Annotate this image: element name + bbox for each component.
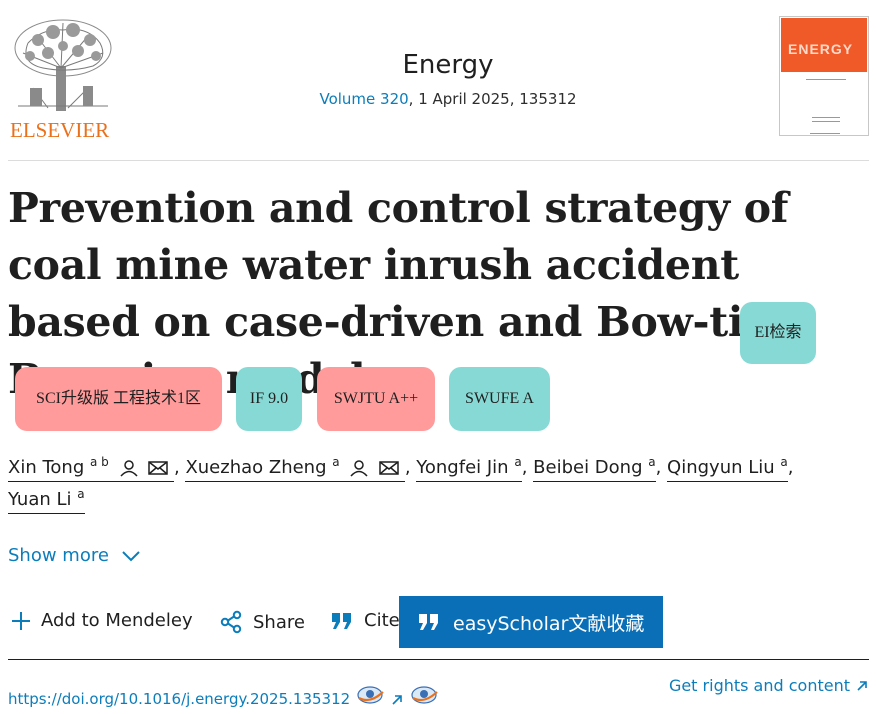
mendeley-label: Add to Mendeley — [41, 610, 193, 631]
publisher-wordmark: ELSEVIER — [10, 118, 110, 142]
doi-row: https://doi.org/10.1016/j.energy.2025.13… — [8, 684, 439, 708]
author-list: Xin Tong a b , Xuezhao Zheng a , Yongfei… — [8, 452, 868, 516]
mail-icon[interactable] — [148, 460, 168, 476]
volume-link[interactable]: Volume 320 — [319, 90, 408, 108]
mail-icon[interactable] — [379, 460, 399, 476]
sci-hub-icon[interactable] — [355, 684, 385, 706]
badge-swjtu[interactable]: SWJTU A++ — [317, 367, 435, 431]
cover-line — [812, 121, 840, 122]
ei-tag[interactable]: EI检索 — [740, 302, 816, 364]
external-link-icon — [857, 680, 867, 691]
affiliation-sup: a — [780, 455, 788, 469]
sci-hub-icon[interactable] — [409, 684, 439, 706]
rights-label: Get rights and content — [668, 676, 850, 695]
header-divider — [8, 160, 869, 161]
share-icon — [220, 610, 242, 634]
external-link-icon[interactable] — [390, 693, 404, 707]
easyscholar-label: easyScholar文献收藏 — [453, 612, 645, 635]
badge-sci[interactable]: SCI升级版 工程技术1区 — [15, 367, 222, 431]
journal-info: Energy Volume 320, 1 April 2025, 135312 — [0, 50, 876, 108]
show-more-label: Show more — [8, 545, 109, 566]
affiliation-sup: a — [514, 455, 522, 469]
person-icon[interactable] — [349, 459, 369, 477]
article-header: ELSEVIER Energy Volume 320, 1 April 2025… — [0, 0, 876, 162]
author-beibei-dong[interactable]: Beibei Dong a — [533, 455, 656, 482]
share-label: Share — [253, 611, 305, 633]
affiliation-sup: a — [77, 487, 85, 501]
show-more-button[interactable]: Show more — [8, 545, 141, 566]
easyscholar-button[interactable]: easyScholar文献收藏 — [399, 596, 663, 648]
add-to-mendeley-button[interactable]: Add to Mendeley — [11, 610, 193, 631]
toolbar-divider — [8, 659, 869, 660]
badge-if[interactable]: IF 9.0 — [236, 367, 302, 431]
cover-line — [810, 133, 840, 134]
cite-button[interactable]: Cite — [330, 610, 400, 631]
get-rights-link[interactable]: Get rights and content — [669, 676, 868, 695]
person-icon[interactable] — [119, 459, 139, 477]
cite-label: Cite — [364, 610, 400, 631]
author-qingyun-liu[interactable]: Qingyun Liu a — [667, 455, 788, 482]
doi-link[interactable]: https://doi.org/10.1016/j.energy.2025.13… — [8, 690, 350, 708]
plus-icon — [12, 611, 30, 630]
author-xuezhao-zheng[interactable]: Xuezhao Zheng a — [185, 455, 405, 482]
quote-icon — [419, 614, 438, 630]
cover-line — [812, 117, 840, 118]
author-yongfei-jin[interactable]: Yongfei Jin a — [416, 455, 522, 482]
cover-line — [806, 79, 846, 80]
chevron-down-icon — [122, 550, 140, 561]
affiliation-sup: a b — [89, 455, 109, 469]
journal-name[interactable]: Energy — [0, 50, 876, 80]
affiliation-sup: a — [648, 455, 656, 469]
journal-cover[interactable]: ENERGY — [779, 16, 869, 136]
volume-details: , 1 April 2025, 135312 — [408, 90, 577, 108]
volume-line: Volume 320, 1 April 2025, 135312 — [0, 90, 876, 108]
affiliation-sup: a — [332, 455, 340, 469]
author-xin-tong[interactable]: Xin Tong a b — [8, 455, 174, 482]
cover-title: ENERGY — [788, 41, 854, 57]
article-toolbar: Add to Mendeley Share Cite easyScholar文献… — [8, 596, 870, 648]
quote-icon — [332, 612, 351, 629]
share-button[interactable]: Share — [219, 610, 305, 634]
badge-swufe[interactable]: SWUFE A — [449, 367, 550, 431]
author-yuan-li[interactable]: Yuan Li a — [8, 487, 85, 514]
